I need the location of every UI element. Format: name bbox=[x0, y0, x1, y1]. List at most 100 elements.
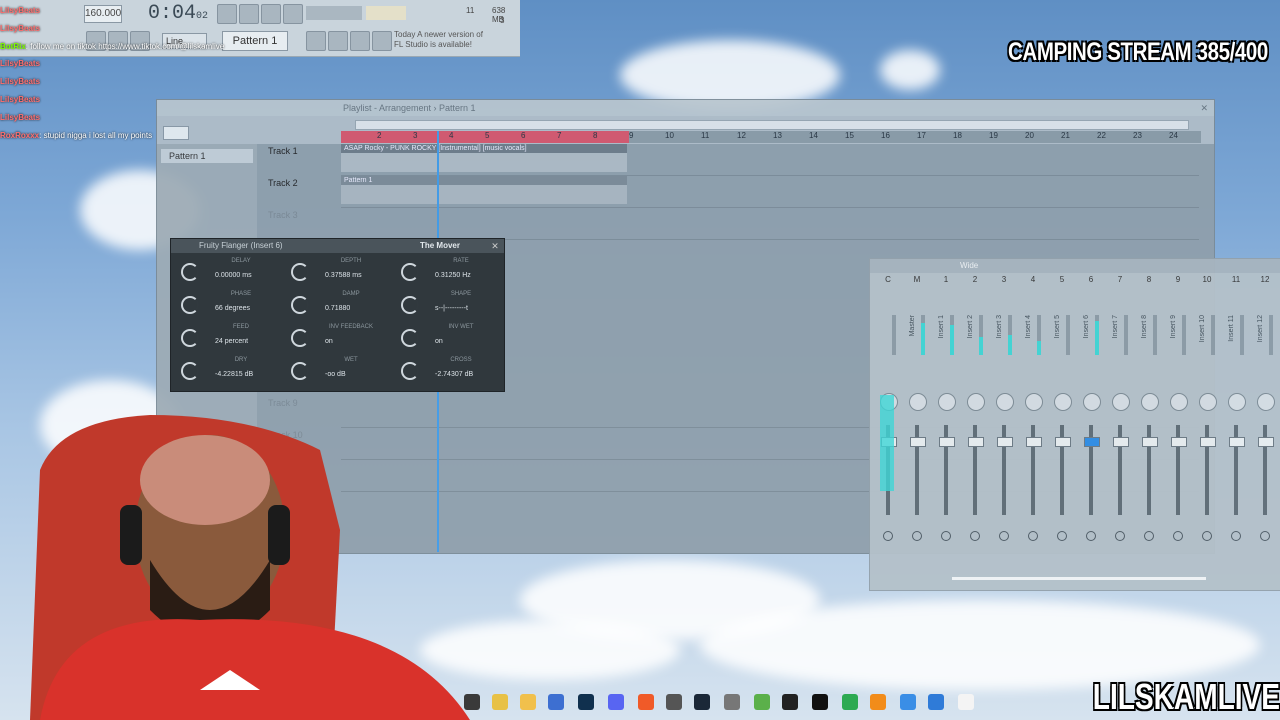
playlist-menu-button[interactable] bbox=[163, 126, 189, 140]
route-icon[interactable] bbox=[1202, 531, 1212, 541]
route-icon[interactable] bbox=[1028, 531, 1038, 541]
toolbar-button[interactable] bbox=[328, 31, 348, 51]
route-icon[interactable] bbox=[883, 531, 893, 541]
track-header[interactable]: Track 2 bbox=[265, 176, 331, 206]
fader-handle[interactable] bbox=[1084, 437, 1100, 447]
mixer-track[interactable]: 1 Insert 1 bbox=[932, 275, 960, 575]
mixer-track[interactable]: 5 Insert 5 bbox=[1048, 275, 1076, 575]
app-icon[interactable] bbox=[666, 694, 682, 710]
fl-studio-icon[interactable] bbox=[870, 694, 886, 710]
track-lane[interactable] bbox=[341, 208, 1199, 240]
route-icon[interactable] bbox=[1260, 531, 1270, 541]
photos-icon[interactable] bbox=[928, 694, 944, 710]
pan-knob[interactable] bbox=[967, 393, 985, 411]
knob-icon[interactable] bbox=[181, 296, 199, 314]
route-icon[interactable] bbox=[1057, 531, 1067, 541]
app-icon[interactable] bbox=[782, 694, 798, 710]
brave-icon[interactable] bbox=[638, 694, 654, 710]
toolbar-button[interactable] bbox=[261, 4, 281, 24]
fader-handle[interactable] bbox=[1229, 437, 1245, 447]
fader-handle[interactable] bbox=[997, 437, 1013, 447]
folder-icon[interactable] bbox=[520, 694, 536, 710]
pattern-clip[interactable]: Pattern 1 bbox=[341, 176, 627, 204]
mixer-track[interactable]: 4 Insert 4 bbox=[1019, 275, 1047, 575]
mixer-scrollbar[interactable] bbox=[952, 577, 1206, 580]
mixer-layout[interactable]: Wide bbox=[870, 259, 1280, 273]
toolbar-button[interactable] bbox=[217, 4, 237, 24]
knob-icon[interactable] bbox=[291, 362, 309, 380]
pan-knob[interactable] bbox=[1054, 393, 1072, 411]
knob-icon[interactable] bbox=[181, 362, 199, 380]
app-icon[interactable] bbox=[842, 694, 858, 710]
pan-knob[interactable] bbox=[1141, 393, 1159, 411]
mixer-track[interactable]: 7 Insert 7 bbox=[1106, 275, 1134, 575]
route-icon[interactable] bbox=[970, 531, 980, 541]
mixer-track[interactable]: 11 Insert 11 bbox=[1222, 275, 1250, 575]
volume-slider[interactable] bbox=[366, 6, 406, 20]
photoshop-icon[interactable] bbox=[578, 694, 594, 710]
discord-icon[interactable] bbox=[608, 694, 624, 710]
app-icon[interactable] bbox=[724, 694, 740, 710]
toolbar-button[interactable] bbox=[283, 4, 303, 24]
knob-icon[interactable] bbox=[401, 362, 419, 380]
track-header[interactable]: Track 3 bbox=[265, 208, 331, 238]
notes-icon[interactable] bbox=[900, 694, 916, 710]
toolbar-button[interactable] bbox=[350, 31, 370, 51]
route-icon[interactable] bbox=[1086, 531, 1096, 541]
knob-icon[interactable] bbox=[401, 296, 419, 314]
fader-handle[interactable] bbox=[1171, 437, 1187, 447]
pan-knob[interactable] bbox=[1025, 393, 1043, 411]
app-icon[interactable] bbox=[464, 694, 480, 710]
route-icon[interactable] bbox=[1173, 531, 1183, 541]
knob-icon[interactable] bbox=[291, 296, 309, 314]
fader-handle[interactable] bbox=[1026, 437, 1042, 447]
pan-knob[interactable] bbox=[1083, 393, 1101, 411]
mixer-track[interactable]: 8 Insert 8 bbox=[1135, 275, 1163, 575]
store-icon[interactable] bbox=[548, 694, 564, 710]
pattern-picker-item[interactable]: Pattern 1 bbox=[161, 149, 253, 163]
preset-name[interactable]: The Mover bbox=[420, 239, 460, 253]
knob-icon[interactable] bbox=[291, 329, 309, 347]
file-icon[interactable] bbox=[958, 694, 974, 710]
knob-icon[interactable] bbox=[181, 263, 199, 281]
pan-knob[interactable] bbox=[1257, 393, 1275, 411]
fader-handle[interactable] bbox=[1142, 437, 1158, 447]
close-icon[interactable]: ✕ bbox=[490, 241, 500, 251]
mixer-track[interactable]: M Master bbox=[903, 275, 931, 575]
mixer-track[interactable]: 3 Insert 3 bbox=[990, 275, 1018, 575]
pan-knob[interactable] bbox=[1112, 393, 1130, 411]
audio-clip[interactable]: ASAP Rocky - PUNK ROCKY [Instrumental] [… bbox=[341, 144, 627, 172]
knob-icon[interactable] bbox=[401, 263, 419, 281]
mixer-track[interactable]: 12 Insert 12 bbox=[1251, 275, 1279, 575]
fader-handle[interactable] bbox=[910, 437, 926, 447]
capcut-icon[interactable] bbox=[812, 694, 828, 710]
track-header[interactable]: Track 1 bbox=[265, 144, 331, 174]
pan-knob[interactable] bbox=[1228, 393, 1246, 411]
fader-handle[interactable] bbox=[1258, 437, 1274, 447]
playlist-titlebar[interactable]: Playlist - Arrangement › Pattern 1 ✕ bbox=[157, 100, 1214, 116]
route-icon[interactable] bbox=[1231, 531, 1241, 541]
plugin-titlebar[interactable]: Fruity Flanger (Insert 6) The Mover ✕ bbox=[171, 239, 504, 253]
knob-icon[interactable] bbox=[291, 263, 309, 281]
mixer-track[interactable]: 6 Insert 6 bbox=[1077, 275, 1105, 575]
route-icon[interactable] bbox=[1115, 531, 1125, 541]
fader-handle[interactable] bbox=[1113, 437, 1129, 447]
pan-knob[interactable] bbox=[1199, 393, 1217, 411]
fader-handle[interactable] bbox=[1200, 437, 1216, 447]
route-icon[interactable] bbox=[941, 531, 951, 541]
pan-knob[interactable] bbox=[1170, 393, 1188, 411]
update-notice[interactable]: Today A newer version of FL Studio is av… bbox=[394, 30, 504, 50]
toolbar-button[interactable] bbox=[239, 4, 259, 24]
pan-knob[interactable] bbox=[996, 393, 1014, 411]
route-icon[interactable] bbox=[912, 531, 922, 541]
pan-knob[interactable] bbox=[909, 393, 927, 411]
mixer-track[interactable]: 10 Insert 10 bbox=[1193, 275, 1221, 575]
pattern-selector[interactable]: Pattern 1 bbox=[222, 31, 288, 51]
pan-knob[interactable] bbox=[938, 393, 956, 411]
knob-icon[interactable] bbox=[181, 329, 199, 347]
app-icon[interactable] bbox=[492, 694, 508, 710]
scrollbar[interactable] bbox=[355, 120, 1189, 130]
steam-icon[interactable] bbox=[694, 694, 710, 710]
timeline-ruler[interactable]: 2 3 4 5 6 7 8 9 10 11 12 13 14 15 16 17 18 19 20 21 22 23 24 bbox=[341, 131, 1201, 143]
toolbar-button[interactable] bbox=[372, 31, 392, 51]
